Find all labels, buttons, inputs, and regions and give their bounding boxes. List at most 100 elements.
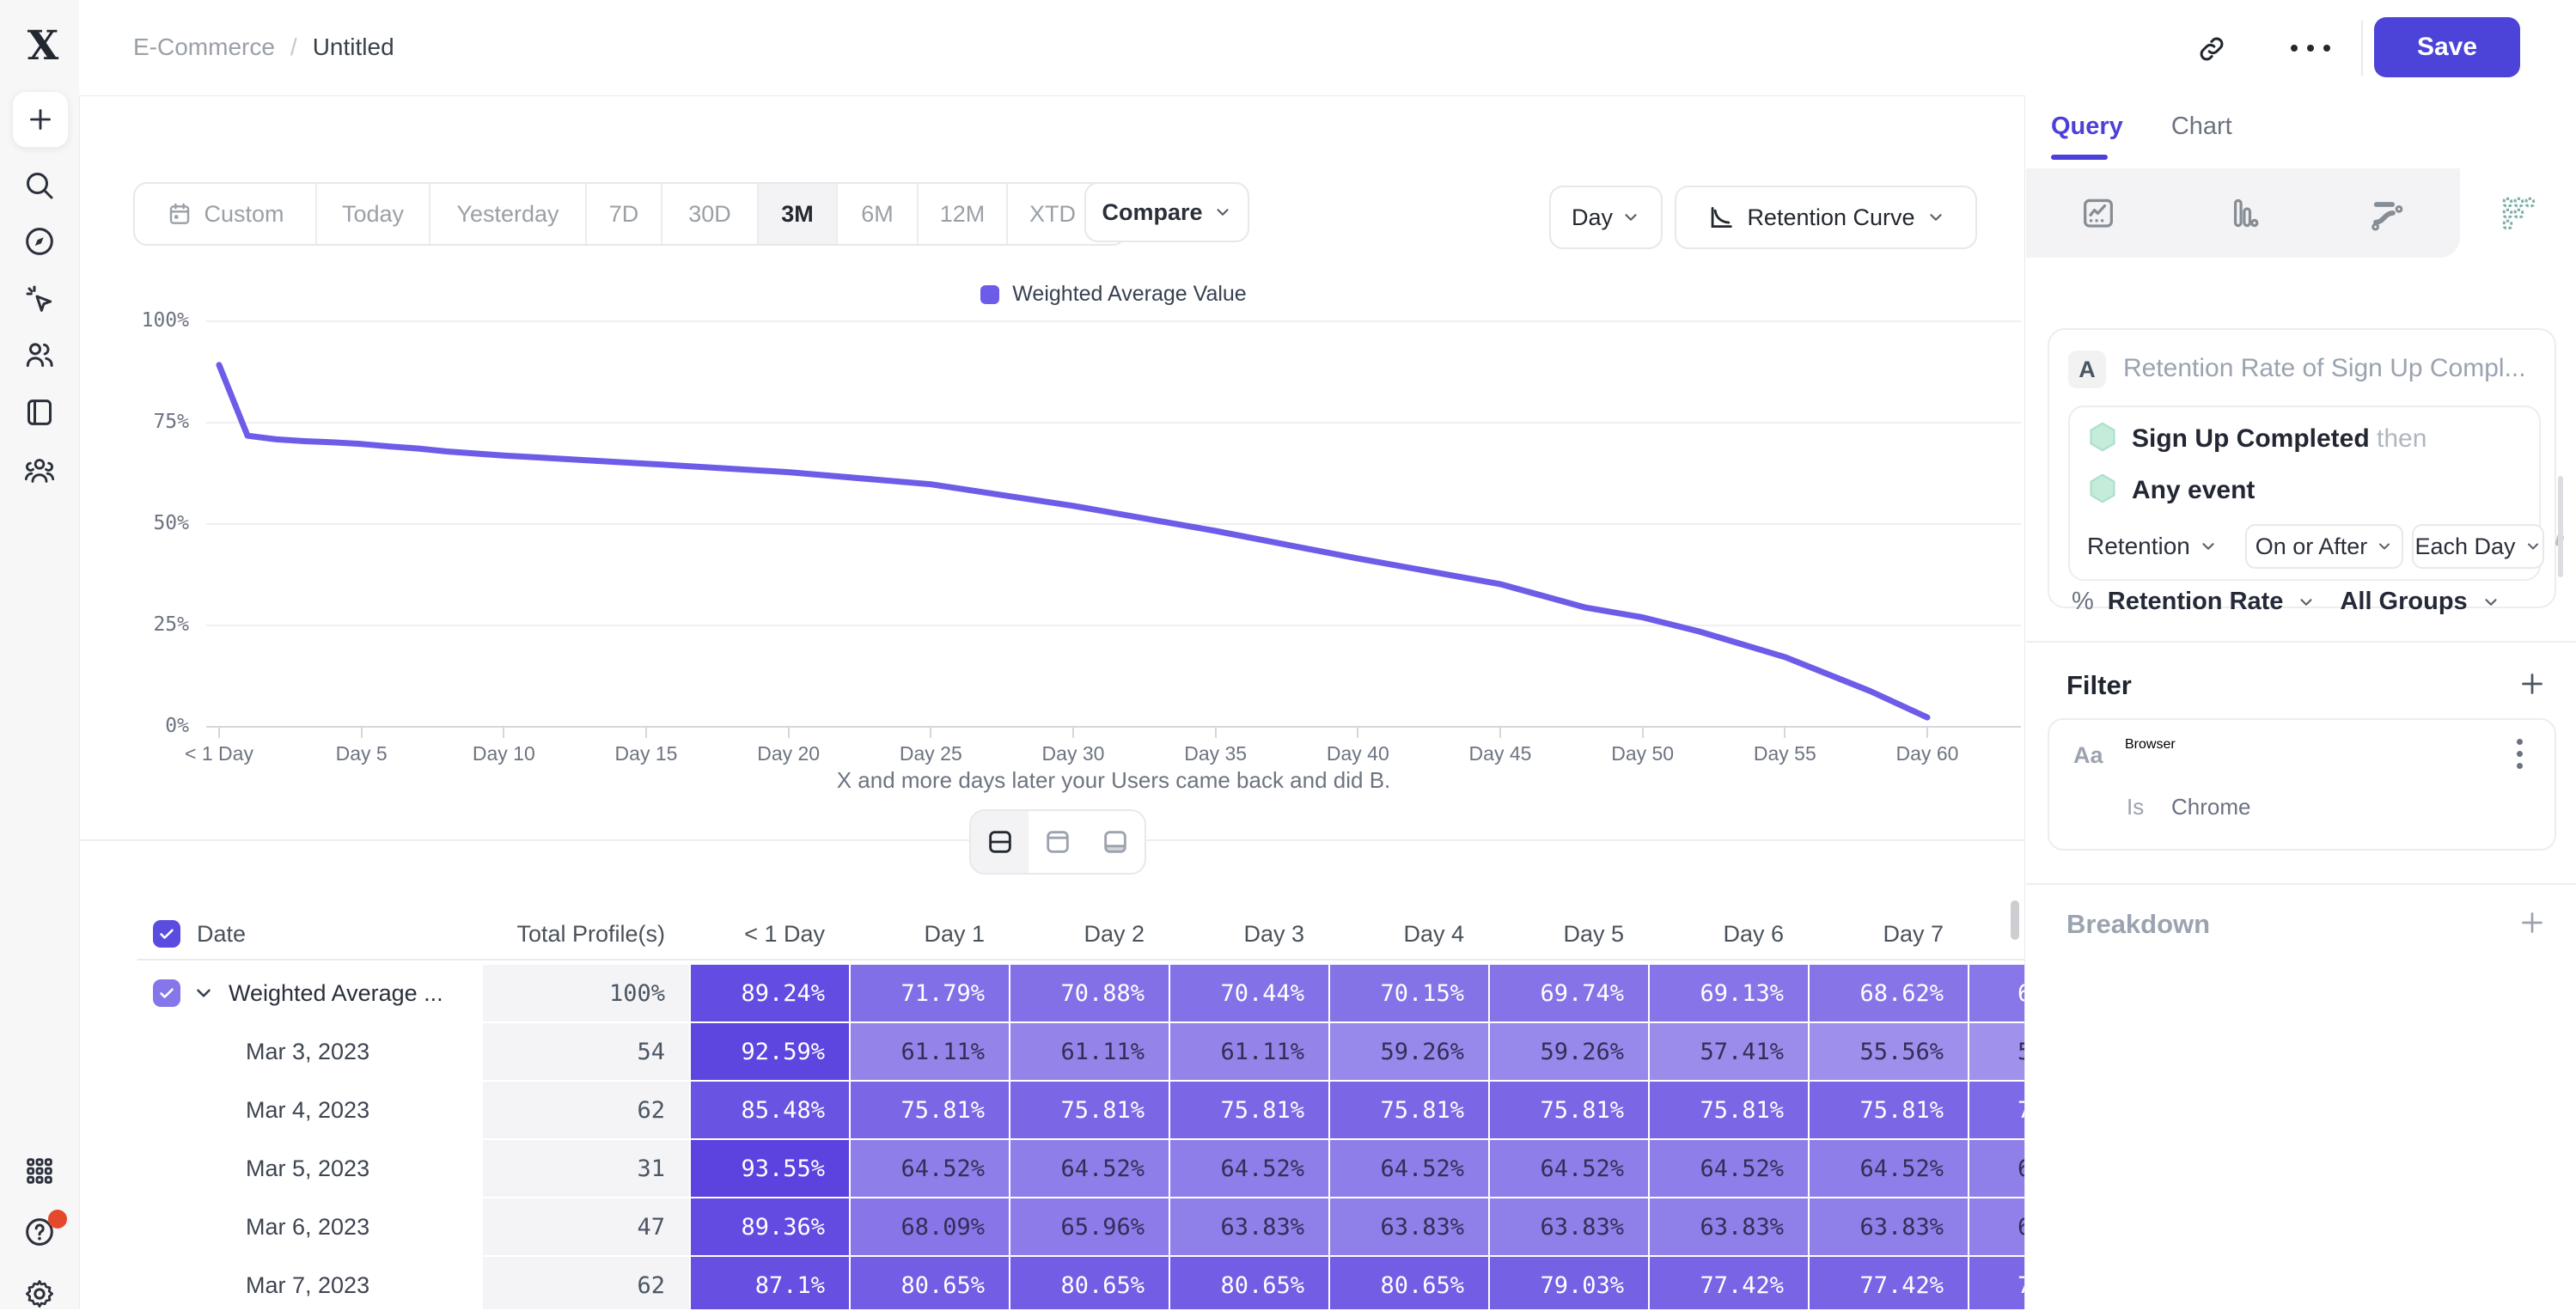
retention-cell[interactable]: 69.13% xyxy=(1650,965,1808,1021)
retention-cell[interactable]: 85.48% xyxy=(691,1082,849,1138)
retention-cell[interactable]: 75.81% xyxy=(1330,1082,1488,1138)
retention-cell[interactable]: 59.26% xyxy=(1490,1023,1648,1080)
retention-cell[interactable]: 69.74% xyxy=(1490,965,1648,1021)
retention-cell[interactable]: 77.42% xyxy=(1650,1257,1808,1309)
interval-dropdown[interactable]: Each Day xyxy=(2412,524,2544,569)
retention-cell[interactable]: 89.36% xyxy=(691,1198,849,1255)
retention-cell[interactable]: 89.24% xyxy=(691,965,849,1021)
retention-cell-partial[interactable]: 74 xyxy=(1969,1082,2024,1138)
kebab-menu-icon[interactable] xyxy=(2517,739,2523,769)
retention-cell[interactable]: 61.11% xyxy=(851,1023,1009,1080)
retention-cell[interactable]: 75.81% xyxy=(851,1082,1009,1138)
retention-cell[interactable]: 79.03% xyxy=(1490,1257,1648,1309)
retention-cell[interactable]: 63.83% xyxy=(1330,1198,1488,1255)
row-date-cell[interactable]: Weighted Average ... xyxy=(137,965,481,1021)
retention-cell[interactable]: 63.83% xyxy=(1650,1198,1808,1255)
retention-cell[interactable]: 64.52% xyxy=(1490,1140,1648,1197)
settings-gear-icon[interactable] xyxy=(22,1277,57,1311)
retention-cell[interactable]: 93.55% xyxy=(691,1140,849,1197)
retention-cell[interactable]: 71.79% xyxy=(851,965,1009,1021)
retention-cell[interactable]: 80.65% xyxy=(1010,1257,1169,1309)
apps-grid-icon[interactable] xyxy=(22,1154,57,1188)
retention-cell[interactable]: 68.62% xyxy=(1810,965,1968,1021)
query-type-flows-tab[interactable] xyxy=(2315,168,2459,258)
query-type-insights-tab[interactable] xyxy=(2026,168,2170,258)
compass-icon[interactable] xyxy=(22,224,57,259)
retention-cell[interactable]: 75.81% xyxy=(1490,1082,1648,1138)
tab-query[interactable]: Query xyxy=(2051,113,2123,141)
share-link-icon[interactable] xyxy=(2195,33,2228,65)
range-7d[interactable]: 7D xyxy=(587,184,662,244)
range-today[interactable]: Today xyxy=(317,184,430,244)
retention-cell[interactable]: 64.52% xyxy=(1810,1140,1968,1197)
range-30d[interactable]: 30D xyxy=(662,184,759,244)
retention-cell[interactable]: 87.1% xyxy=(691,1257,849,1309)
retention-cell[interactable]: 61.11% xyxy=(1010,1023,1169,1080)
range-12m[interactable]: 12M xyxy=(919,184,1008,244)
retention-cell[interactable]: 80.65% xyxy=(851,1257,1009,1309)
retention-cell[interactable]: 55.56% xyxy=(1810,1023,1968,1080)
compare-button[interactable]: Compare xyxy=(1084,182,1249,242)
step1-row[interactable]: Sign Up Completed then xyxy=(2132,424,2426,454)
row-date-cell[interactable]: Mar 3, 2023 xyxy=(137,1023,481,1080)
row-date-cell[interactable]: Mar 5, 2023 xyxy=(137,1140,481,1197)
query-type-retention-tab[interactable] xyxy=(2459,168,2576,258)
granularity-dropdown[interactable]: Day xyxy=(1549,186,1663,249)
retention-cell[interactable]: 77.42% xyxy=(1810,1257,1968,1309)
retention-cell[interactable]: 63.83% xyxy=(1170,1198,1328,1255)
retention-cell[interactable]: 64.52% xyxy=(851,1140,1009,1197)
breadcrumb-parent[interactable]: E-Commerce xyxy=(133,34,275,61)
retention-cell-partial[interactable]: 64 xyxy=(1969,1140,2024,1197)
retention-cell[interactable]: 64.52% xyxy=(1170,1140,1328,1197)
retention-cell[interactable]: 70.15% xyxy=(1330,965,1488,1021)
filter-item-card[interactable]: Aa Browser Is Chrome xyxy=(2048,718,2556,851)
header-checkbox[interactable] xyxy=(153,920,180,948)
users-group-icon[interactable] xyxy=(22,453,57,487)
retention-cell[interactable]: 80.65% xyxy=(1330,1257,1488,1309)
view-table-button[interactable] xyxy=(1087,811,1145,873)
metric-dropdown[interactable]: Retention Rate xyxy=(2108,588,2284,616)
retention-cell[interactable]: 75.81% xyxy=(1170,1082,1328,1138)
retention-cell[interactable]: 75.81% xyxy=(1010,1082,1169,1138)
search-icon[interactable] xyxy=(22,168,57,203)
table-scrollbar[interactable] xyxy=(2011,900,2019,940)
query-type-funnel-tab[interactable] xyxy=(2170,168,2314,258)
retention-cell[interactable]: 63.83% xyxy=(1810,1198,1968,1255)
retention-cell[interactable]: 92.59% xyxy=(691,1023,849,1080)
range-custom[interactable]: Custom xyxy=(135,184,317,244)
step2-event[interactable]: Any event xyxy=(2132,476,2255,505)
chart-type-dropdown[interactable]: Retention Curve xyxy=(1675,186,1977,249)
retention-cell-partial[interactable]: 63 xyxy=(1969,1198,2024,1255)
retention-cell-partial[interactable]: 68 xyxy=(1969,965,2024,1021)
retention-cell[interactable]: 64.52% xyxy=(1010,1140,1169,1197)
retention-cell[interactable]: 61.11% xyxy=(1170,1023,1328,1080)
new-report-button[interactable] xyxy=(12,91,69,148)
retention-cell-partial[interactable]: 55 xyxy=(1969,1023,2024,1080)
panel-scrollbar[interactable] xyxy=(2558,476,2563,577)
view-split-button[interactable] xyxy=(971,811,1029,873)
range-yesterday[interactable]: Yesterday xyxy=(430,184,587,244)
retention-cell[interactable]: 70.88% xyxy=(1010,965,1169,1021)
library-panel-icon[interactable] xyxy=(22,395,57,430)
retention-cell[interactable]: 57.41% xyxy=(1650,1023,1808,1080)
retention-cell[interactable]: 70.44% xyxy=(1170,965,1328,1021)
groups-dropdown[interactable]: All Groups xyxy=(2340,588,2467,616)
query-title[interactable]: Retention Rate of Sign Up Compl... xyxy=(2123,354,2536,383)
app-logo[interactable]: X xyxy=(21,22,65,70)
row-date-cell[interactable]: Mar 6, 2023 xyxy=(137,1198,481,1255)
retention-cell[interactable]: 59.26% xyxy=(1330,1023,1488,1080)
retention-cell[interactable]: 64.52% xyxy=(1650,1140,1808,1197)
retention-cell[interactable]: 75.81% xyxy=(1810,1082,1968,1138)
breadcrumb-current[interactable]: Untitled xyxy=(313,34,394,61)
retention-cell[interactable]: 63.83% xyxy=(1490,1198,1648,1255)
range-6m[interactable]: 6M xyxy=(838,184,919,244)
view-chart-button[interactable] xyxy=(1029,811,1086,873)
tab-chart[interactable]: Chart xyxy=(2171,113,2232,141)
row-date-cell[interactable]: Mar 7, 2023 xyxy=(137,1257,481,1309)
row-checkbox[interactable] xyxy=(153,979,180,1007)
retention-cell[interactable]: 75.81% xyxy=(1650,1082,1808,1138)
retention-cell-partial[interactable]: 75 xyxy=(1969,1257,2024,1309)
add-breakdown-icon[interactable] xyxy=(2517,907,2548,938)
retention-cell[interactable]: 68.09% xyxy=(851,1198,1009,1255)
range-3m[interactable]: 3M xyxy=(759,184,838,244)
